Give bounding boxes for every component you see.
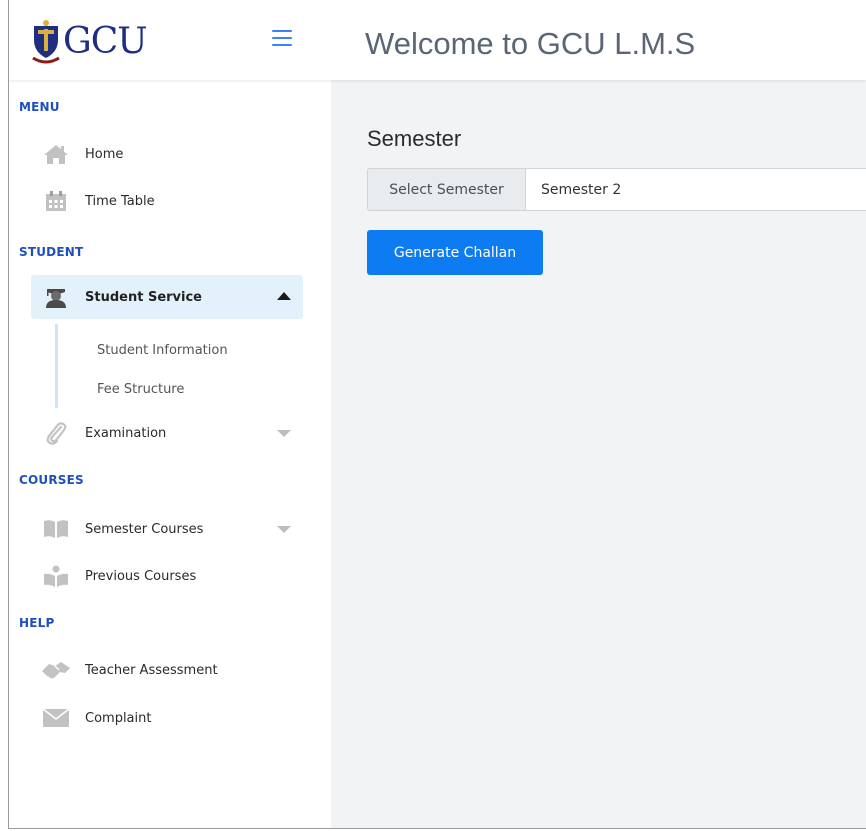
sidebar-item-student-service[interactable]: Student Service	[31, 275, 303, 319]
caret-down-icon[interactable]	[277, 430, 291, 437]
handshake-icon	[41, 658, 71, 682]
hamburger-line	[272, 44, 292, 46]
main-content: Semester Select Semester Semester 2 Gene…	[331, 80, 866, 828]
book-icon	[41, 517, 71, 541]
section-heading-student: STUDENT	[19, 245, 84, 259]
sidebar-item-label: Examination	[85, 425, 167, 441]
reader-icon	[41, 564, 71, 588]
sidebar-item-label: Time Table	[85, 193, 155, 209]
logo-text: GCU	[63, 21, 148, 62]
generate-challan-button[interactable]: Generate Challan	[367, 230, 543, 275]
hamburger-line	[272, 30, 292, 32]
sidebar-item-label: Previous Courses	[85, 568, 197, 584]
paperclip-icon	[41, 421, 71, 445]
select-semester-label: Select Semester	[367, 168, 525, 211]
app-window: GCU Welcome to GCU L.M.S MENU Home Time …	[8, 0, 866, 829]
menu-toggle-button[interactable]	[272, 30, 292, 48]
envelope-icon	[41, 706, 71, 730]
semester-select-value: Semester 2	[541, 181, 622, 198]
sidebar-item-home[interactable]: Home	[31, 132, 303, 176]
crest-icon	[32, 20, 60, 64]
sidebar-item-complaint[interactable]: Complaint	[31, 696, 303, 740]
sidebar: MENU Home Time Table STUDENT Student Ser…	[9, 80, 331, 828]
section-heading-courses: COURSES	[19, 473, 84, 487]
sidebar-item-semester-courses[interactable]: Semester Courses	[31, 507, 303, 551]
semester-heading: Semester	[367, 126, 462, 151]
sidebar-item-teacher-assessment[interactable]: Teacher Assessment	[31, 648, 303, 692]
caret-down-icon[interactable]	[277, 526, 291, 533]
sidebar-item-label: Home	[85, 146, 124, 162]
sidebar-item-examination[interactable]: Examination	[31, 411, 303, 455]
sidebar-item-time-table[interactable]: Time Table	[31, 179, 303, 223]
sidebar-item-label: Semester Courses	[85, 521, 204, 537]
calendar-icon	[41, 189, 71, 213]
semester-input-group: Select Semester Semester 2	[367, 168, 866, 211]
home-icon	[41, 142, 71, 166]
section-heading-help: HELP	[19, 616, 55, 630]
submenu-item-student-information[interactable]: Student Information	[97, 343, 228, 358]
submenu-item-fee-structure[interactable]: Fee Structure	[97, 382, 184, 397]
graduate-icon	[41, 285, 71, 309]
sidebar-item-previous-courses[interactable]: Previous Courses	[31, 554, 303, 598]
section-heading-menu: MENU	[19, 100, 60, 114]
top-bar: GCU Welcome to GCU L.M.S	[9, 0, 866, 80]
semester-select[interactable]: Semester 2	[525, 168, 866, 211]
page-title: Welcome to GCU L.M.S	[365, 26, 696, 61]
sidebar-item-label: Student Service	[85, 289, 202, 305]
gcu-logo[interactable]: GCU	[31, 18, 171, 68]
caret-up-icon[interactable]	[277, 292, 291, 300]
submenu-guide-line	[55, 324, 58, 408]
hamburger-line	[272, 37, 292, 39]
sidebar-item-label: Complaint	[85, 710, 152, 726]
sidebar-item-label: Teacher Assessment	[85, 662, 218, 678]
